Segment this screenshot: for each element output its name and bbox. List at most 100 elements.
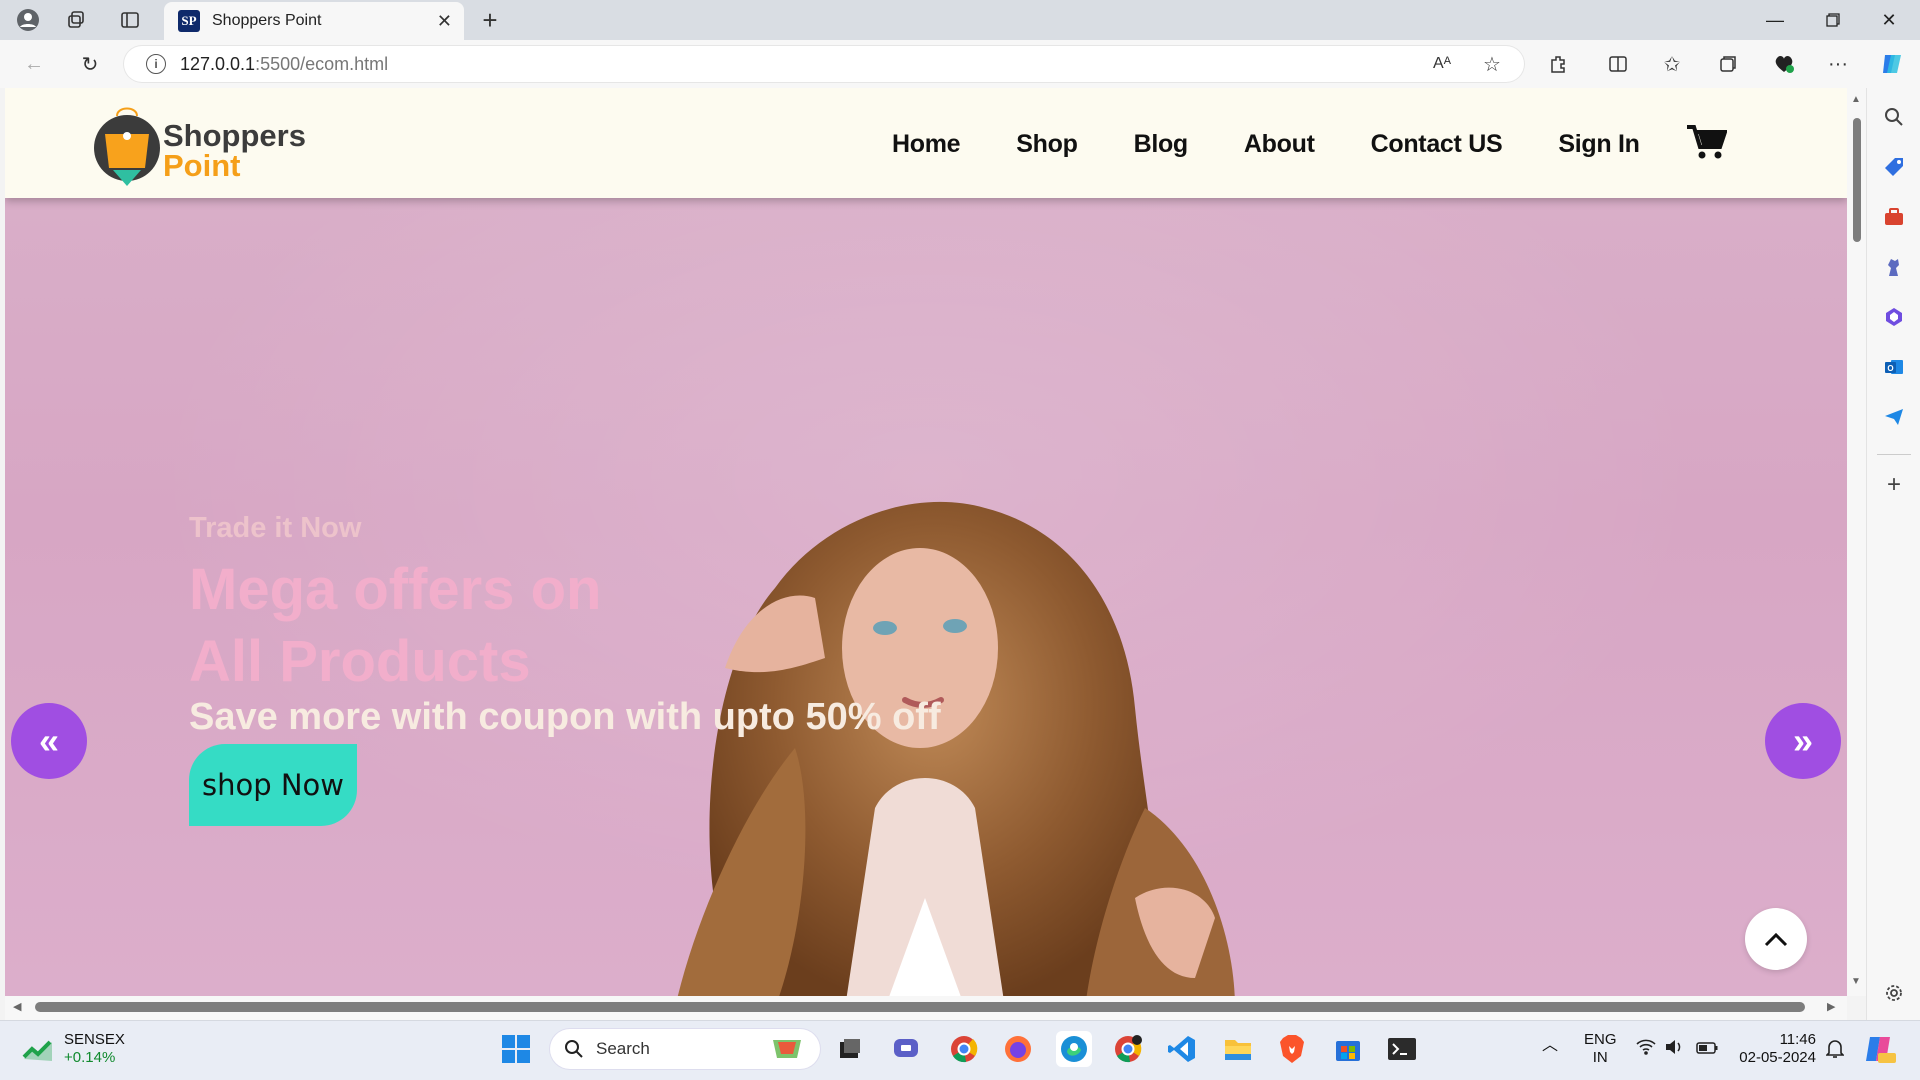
hero-subline: Save more with coupon with upto 50% off [189, 696, 941, 738]
hero-headline-line2: All Products [189, 629, 531, 694]
scroll-up-arrow-icon[interactable]: ▲ [1851, 94, 1861, 105]
edge-icon[interactable] [1056, 1031, 1092, 1067]
logo-text-point: Point [163, 148, 241, 183]
taskbar-search[interactable]: Search [550, 1029, 820, 1069]
address-bar[interactable]: i 127.0.0.1:5500/ecom.html [124, 46, 1524, 82]
shopping-bag-logo-icon [94, 107, 160, 186]
scroll-to-top-button[interactable] [1745, 908, 1807, 970]
search-icon [565, 1040, 583, 1058]
shopping-tag-icon[interactable] [1881, 154, 1907, 180]
profile-icon[interactable] [14, 6, 42, 34]
teams-chat-icon[interactable] [888, 1031, 924, 1067]
stock-chart-icon [22, 1040, 52, 1061]
carousel-next-button[interactable]: » [1765, 703, 1841, 779]
firefox-icon[interactable] [1000, 1031, 1036, 1067]
hero-headline: Mega offers on All Products [189, 554, 789, 698]
nav-blog[interactable]: Blog [1134, 130, 1189, 159]
nav-sign-in[interactable]: Sign In [1558, 130, 1640, 159]
nav-home[interactable]: Home [892, 130, 961, 159]
chrome-icon[interactable] [946, 1031, 982, 1067]
site-logo[interactable]: Shoppers Point [91, 102, 311, 188]
windows-start-icon[interactable] [498, 1031, 534, 1067]
url-host: 127.0.0.1 [180, 53, 256, 74]
new-tab-icon[interactable]: + [476, 5, 504, 35]
favorites-icon[interactable]: ✩ [1656, 48, 1688, 80]
site-info-icon[interactable]: i [146, 54, 166, 74]
horizontal-scroll-thumb[interactable] [35, 1002, 1805, 1012]
restore-icon[interactable] [1810, 4, 1856, 36]
add-icon[interactable]: + [1881, 471, 1907, 498]
copilot-preview-icon[interactable] [1864, 1033, 1896, 1070]
microsoft365-icon[interactable] [1881, 304, 1907, 330]
language-indicator[interactable]: ENG IN [1584, 1031, 1617, 1067]
close-tab-icon[interactable]: ✕ [437, 11, 452, 32]
clock[interactable]: 11:46 02-05-2024 [1738, 1031, 1816, 1067]
split-screen-icon[interactable] [1602, 48, 1634, 80]
vscode-icon[interactable] [1164, 1031, 1200, 1067]
sidebar-rail: O + [1866, 88, 1920, 1020]
terminal-icon[interactable] [1384, 1031, 1420, 1067]
main-nav: Home Shop Blog About Contact US Sign In [892, 130, 1696, 159]
send-icon[interactable] [1881, 404, 1907, 430]
scroll-left-arrow-icon[interactable]: ◀ [13, 1000, 21, 1013]
store-icon[interactable] [1330, 1031, 1366, 1067]
search-highlight-icon [773, 1040, 801, 1058]
svg-text:O: O [1887, 364, 1893, 373]
vertical-scroll-thumb[interactable] [1853, 118, 1861, 242]
horizontal-scrollbar[interactable]: ◀ ▶ [5, 996, 1847, 1020]
task-view-icon[interactable] [832, 1031, 868, 1067]
page-viewport: Shoppers Point Home Shop Blog About Cont… [5, 88, 1847, 996]
browser-toolbar: ← ↻ i 127.0.0.1:5500/ecom.html Aᴬ ☆ ✩ ··… [0, 40, 1920, 88]
stock-widget[interactable]: SENSEX +0.14% [22, 1031, 125, 1067]
games-icon[interactable] [1881, 254, 1907, 280]
tray-overflow-chevron-icon[interactable]: ︿ [1542, 1037, 1558, 1055]
notification-bell-icon[interactable] [1825, 1039, 1845, 1064]
volume-icon[interactable] [1664, 1039, 1684, 1060]
carousel-prev-button[interactable]: « [11, 703, 87, 779]
search-icon[interactable] [1881, 104, 1907, 130]
nav-shop[interactable]: Shop [1016, 130, 1078, 159]
browser-titlebar: SP Shoppers Point ✕ + — ✕ [0, 0, 1920, 40]
taskbar-search-placeholder: Search [596, 1039, 650, 1058]
nav-contact[interactable]: Contact US [1371, 130, 1503, 159]
settings-gear-icon[interactable] [1881, 980, 1907, 1006]
ticker-name: SENSEX [64, 1031, 125, 1048]
back-icon[interactable]: ← [18, 48, 50, 80]
scroll-right-arrow-icon[interactable]: ▶ [1827, 1000, 1835, 1013]
scroll-down-arrow-icon[interactable]: ▼ [1851, 976, 1861, 987]
clock-date: 02-05-2024 [1739, 1049, 1816, 1066]
wifi-icon[interactable] [1636, 1039, 1656, 1060]
minimize-icon[interactable]: — [1752, 4, 1798, 36]
url-path: :5500/ecom.html [255, 53, 389, 74]
file-explorer-icon[interactable] [1220, 1031, 1256, 1067]
more-menu-icon[interactable]: ··· [1822, 48, 1854, 80]
tab-actions-icon[interactable] [116, 6, 144, 34]
hero-tagline: Trade it Now [189, 512, 362, 544]
language-code: ENG [1584, 1031, 1617, 1048]
refresh-icon[interactable]: ↻ [74, 48, 106, 80]
read-aloud-icon[interactable]: Aᴬ [1426, 48, 1458, 80]
hero-banner: Trade it Now Mega offers on All Products… [5, 198, 1847, 996]
workspaces-icon[interactable] [62, 6, 90, 34]
chevron-up-icon [1764, 932, 1788, 947]
nav-about[interactable]: About [1244, 130, 1315, 159]
extensions-icon[interactable] [1542, 48, 1574, 80]
browser-tab[interactable]: SP Shoppers Point ✕ [164, 2, 464, 40]
rail-divider [1877, 454, 1911, 455]
collections-icon[interactable] [1712, 48, 1744, 80]
favorite-star-icon[interactable]: ☆ [1476, 48, 1508, 80]
site-navbar: Shoppers Point Home Shop Blog About Cont… [5, 88, 1847, 198]
browser-essentials-icon[interactable] [1768, 48, 1800, 80]
battery-icon[interactable] [1696, 1041, 1718, 1059]
vertical-scrollbar[interactable]: ▲ ▼ [1847, 88, 1866, 996]
tools-icon[interactable] [1881, 204, 1907, 230]
cart-icon[interactable] [1687, 124, 1728, 160]
chrome-profile-icon[interactable] [1110, 1031, 1146, 1067]
outlook-icon[interactable]: O [1881, 354, 1907, 380]
shop-now-button[interactable]: shop Now [189, 744, 357, 826]
brave-icon[interactable] [1274, 1031, 1310, 1067]
copilot-icon[interactable] [1876, 48, 1908, 80]
close-window-icon[interactable]: ✕ [1866, 4, 1912, 36]
tab-favicon: SP [178, 10, 200, 32]
tab-title: Shoppers Point [212, 12, 322, 29]
